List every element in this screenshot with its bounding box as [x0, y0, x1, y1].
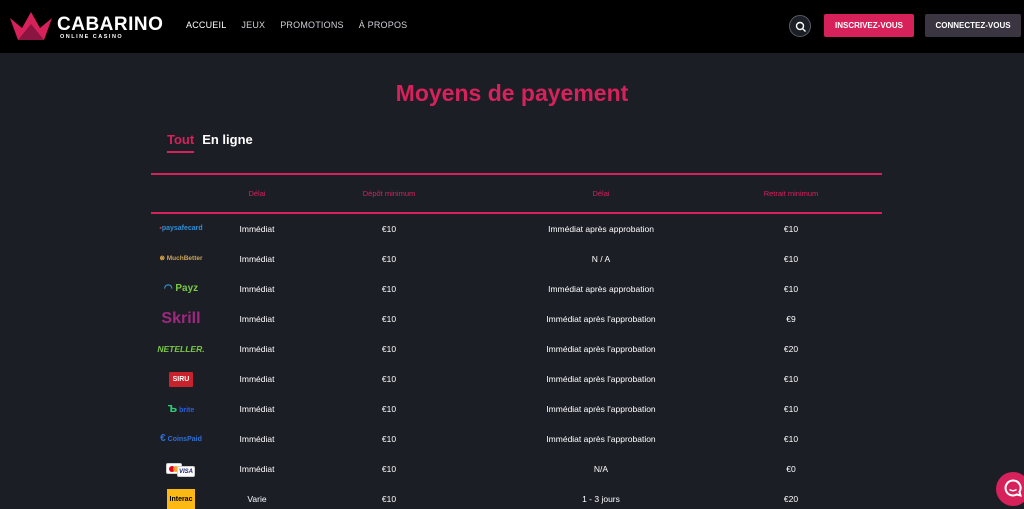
min-withdraw: €10 [783, 374, 799, 384]
min-withdraw: €20 [783, 344, 799, 354]
table-row: NETELLER. Immédiat €10 Immédiat après l'… [151, 334, 882, 364]
brite-logo: ъ brite [167, 399, 195, 415]
nav-item-promotions[interactable]: PROMOTIONS [280, 20, 344, 30]
payment-logo: € CoinsPaid [151, 424, 211, 454]
deposit-delay: Immédiat [239, 314, 275, 324]
min-withdraw: €20 [783, 494, 799, 504]
coinspaid-logo: € CoinsPaid [160, 432, 202, 444]
header-min-deposit: Dépôt minimum [362, 189, 416, 198]
withdraw-delay: 1 - 3 jours [582, 494, 620, 504]
min-deposit: €10 [381, 434, 397, 444]
deposit-delay: Varie [247, 494, 267, 504]
table-row: ▪paysafecard Immédiat €10 Immédiat après… [151, 214, 882, 244]
payment-logo: ⊗ MuchBetter [151, 244, 211, 274]
login-button[interactable]: CONNECTEZ-VOUS [925, 14, 1021, 37]
visa-mastercard-logo: VISA [166, 461, 196, 477]
withdraw-delay: Immédiat après l'approbation [546, 314, 656, 324]
register-button[interactable]: INSCRIVEZ-VOUS [824, 14, 914, 37]
siru-logo: SIRU [168, 371, 194, 387]
tab-tout[interactable]: Tout [167, 132, 195, 153]
main-nav: ACCUEIL JEUX PROMOTIONS À PROPOS [186, 20, 422, 30]
payment-tabs: Tout En ligne [167, 132, 261, 153]
brand-name: CABARINO [57, 14, 164, 35]
min-deposit: €10 [381, 224, 397, 234]
nav-item-jeux[interactable]: JEUX [241, 20, 265, 30]
payment-logo: VISA [151, 454, 211, 484]
deposit-delay: Immédiat [239, 404, 275, 414]
withdraw-delay: N/A [593, 464, 609, 474]
brand-tagline: ONLINE CASINO [60, 34, 124, 40]
neteller-logo: NETELLER. [157, 344, 205, 354]
nav-item-a-propos[interactable]: À PROPOS [359, 20, 408, 30]
min-deposit: €10 [381, 314, 397, 324]
table-top-divider [151, 173, 882, 175]
muchbetter-logo: ⊗ MuchBetter [159, 255, 203, 262]
deposit-delay: Immédiat [239, 284, 275, 294]
min-withdraw: €10 [783, 284, 799, 294]
table-row: SIRU Immédiat €10 Immédiat après l'appro… [151, 364, 882, 394]
min-withdraw: €9 [786, 314, 796, 324]
min-withdraw: €10 [783, 254, 799, 264]
deposit-delay: Immédiat [239, 434, 275, 444]
deposit-delay: Immédiat [239, 254, 275, 264]
payz-logo: ◠ Payz [163, 283, 199, 294]
tab-en-ligne[interactable]: En ligne [202, 132, 253, 153]
withdraw-delay: Immédiat après approbation [548, 284, 654, 294]
min-deposit: €10 [381, 344, 397, 354]
table-row: ъ brite Immédiat €10 Immédiat après l'ap… [151, 394, 882, 424]
chat-icon [1004, 479, 1022, 497]
interac-logo: Interac [166, 488, 196, 509]
withdraw-delay: N / A [591, 254, 611, 264]
search-icon [795, 21, 806, 32]
header-withdraw-delay: Délai [592, 189, 610, 198]
paysafecard-logo: ▪paysafecard [159, 225, 203, 232]
table-row: Interac Varie €10 1 - 3 jours €20 [151, 484, 882, 509]
payment-logo: ▪paysafecard [151, 214, 211, 244]
payment-logo: Skrill [151, 304, 211, 334]
deposit-delay: Immédiat [239, 224, 275, 234]
payment-logo: ◠ Payz [151, 274, 211, 304]
min-deposit: €10 [381, 404, 397, 414]
withdraw-delay: Immédiat après l'approbation [546, 374, 656, 384]
nav-item-accueil[interactable]: ACCUEIL [186, 20, 226, 30]
payment-logo: SIRU [151, 364, 211, 394]
top-header: CABARINO ONLINE CASINO ACCUEIL JEUX PROM… [0, 0, 1024, 53]
min-withdraw: €10 [783, 224, 799, 234]
min-withdraw: €10 [783, 404, 799, 414]
table-row: € CoinsPaid Immédiat €10 Immédiat après … [151, 424, 882, 454]
min-deposit: €10 [381, 374, 397, 384]
search-button[interactable] [789, 15, 811, 37]
crown-icon [10, 12, 52, 40]
withdraw-delay: Immédiat après l'approbation [546, 404, 656, 414]
min-deposit: €10 [381, 254, 397, 264]
deposit-delay: Immédiat [239, 344, 275, 354]
min-deposit: €10 [381, 464, 397, 474]
table-row: Skrill Immédiat €10 Immédiat après l'app… [151, 304, 882, 334]
min-withdraw: €0 [786, 464, 796, 474]
header-min-withdraw: Retrait minimum [763, 189, 819, 198]
min-withdraw: €10 [783, 434, 799, 444]
withdraw-delay: Immédiat après l'approbation [546, 344, 656, 354]
header-deposit-delay: Délai [248, 189, 266, 198]
page-title: Moyens de payement [395, 80, 629, 106]
deposit-delay: Immédiat [239, 374, 275, 384]
live-chat-button[interactable] [996, 472, 1024, 506]
skrill-logo: Skrill [161, 310, 201, 327]
min-deposit: €10 [381, 494, 397, 504]
withdraw-delay: Immédiat après l'approbation [546, 434, 656, 444]
brand-logo[interactable]: CABARINO ONLINE CASINO [10, 10, 164, 44]
table-row: ◠ Payz Immédiat €10 Immédiat après appro… [151, 274, 882, 304]
withdraw-delay: Immédiat après approbation [548, 224, 654, 234]
table-row: VISA Immédiat €10 N/A €0 [151, 454, 882, 484]
payment-logo: ъ brite [151, 394, 211, 424]
table-row: ⊗ MuchBetter Immédiat €10 N / A €10 [151, 244, 882, 274]
min-deposit: €10 [381, 284, 397, 294]
payment-logo: NETELLER. [151, 334, 211, 364]
payment-logo: Interac [151, 484, 211, 509]
deposit-delay: Immédiat [239, 464, 275, 474]
